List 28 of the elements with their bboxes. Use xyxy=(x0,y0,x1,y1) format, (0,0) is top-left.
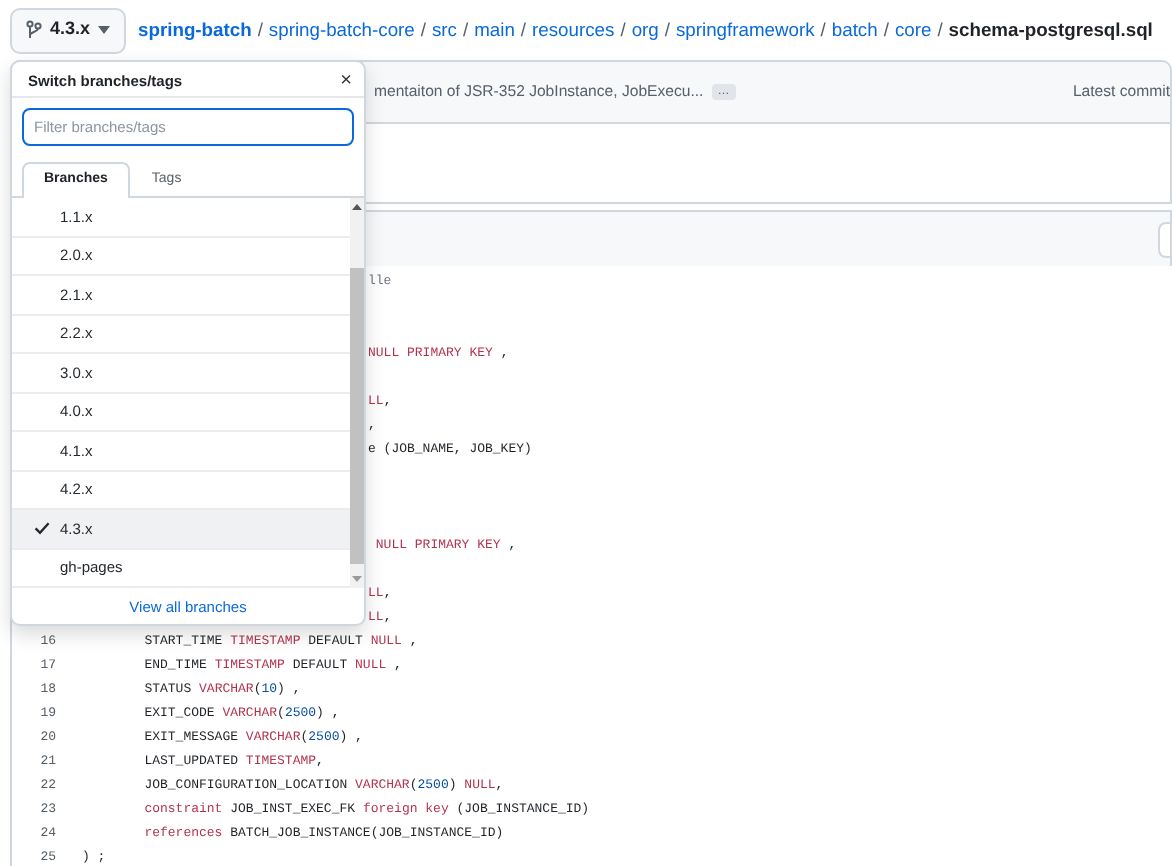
path-separator: / xyxy=(820,15,826,44)
scrollbar[interactable] xyxy=(350,198,364,588)
scrollbar-thumb[interactable] xyxy=(350,268,364,564)
branch-icon xyxy=(26,20,42,40)
path-separator: / xyxy=(937,15,943,44)
folder-link[interactable]: core xyxy=(894,15,932,45)
path-separator: / xyxy=(257,15,263,44)
toolbar-button[interactable] xyxy=(1158,221,1170,257)
folder-link[interactable]: main xyxy=(474,15,515,45)
folder-link[interactable]: org xyxy=(631,15,659,45)
path-separator: / xyxy=(420,15,426,44)
repo-link[interactable]: spring-batch xyxy=(138,15,252,45)
path-separator: / xyxy=(883,15,889,44)
file-name: schema-postgresql.sql xyxy=(948,15,1153,44)
path-separator: / xyxy=(664,15,670,44)
path-separator: / xyxy=(620,15,626,44)
path-separator: / xyxy=(520,15,527,44)
folder-link[interactable]: springframework xyxy=(675,15,815,45)
check-icon xyxy=(34,520,50,537)
path-separator: / xyxy=(462,15,469,44)
folder-link[interactable]: spring-batch-core xyxy=(268,15,415,45)
close-button[interactable]: × xyxy=(340,72,352,92)
folder-link[interactable]: resources xyxy=(532,15,615,45)
scroll-down-icon[interactable] xyxy=(352,574,362,584)
caret-icon xyxy=(98,26,111,34)
folder-link[interactable]: src xyxy=(431,15,457,45)
branch-button[interactable]: 4.3.x xyxy=(10,7,127,53)
folder-link[interactable]: batch xyxy=(831,15,878,45)
